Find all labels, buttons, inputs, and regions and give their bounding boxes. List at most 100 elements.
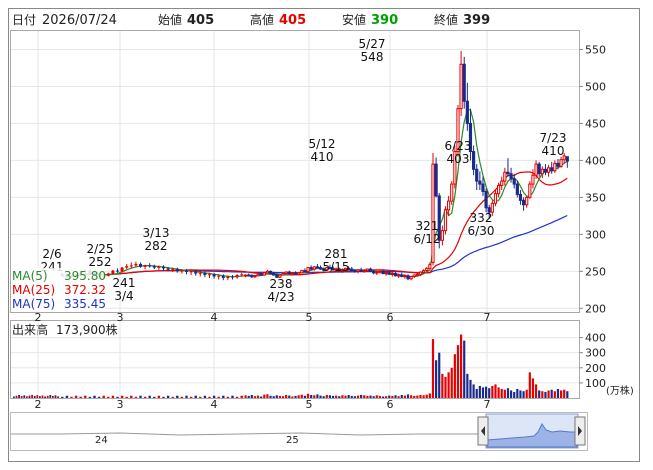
volume-bar xyxy=(260,396,263,398)
volume-bar xyxy=(425,394,428,398)
volume-bar xyxy=(285,394,288,398)
candle-body xyxy=(262,272,266,276)
annotation-1-second: 252 xyxy=(89,255,112,269)
candle-body xyxy=(166,268,170,270)
volume-bar xyxy=(54,395,57,398)
navigator-right-handle[interactable] xyxy=(574,416,586,446)
candle-body xyxy=(217,275,221,277)
candle-body xyxy=(303,270,307,273)
candle-body xyxy=(459,63,463,110)
volume-bar xyxy=(447,372,450,398)
volume-bar xyxy=(500,388,503,398)
candle-body xyxy=(431,163,435,263)
candle-body xyxy=(521,199,526,206)
volume-bar xyxy=(15,395,18,398)
volume-bar xyxy=(494,384,497,398)
candle-body xyxy=(203,272,207,276)
candle-body xyxy=(406,275,410,280)
candle-body xyxy=(368,268,373,272)
volume-bar xyxy=(566,391,569,398)
volume-bar xyxy=(547,390,550,398)
volume-bar xyxy=(478,385,481,398)
volume-unit: (万株) xyxy=(606,384,634,397)
ma-legend: MA(5) 395.80 MA(25) 372.32 MA(75) 335.45 xyxy=(11,268,106,311)
volume-bar xyxy=(226,396,230,398)
ma75-value: 335.45 xyxy=(64,297,106,311)
volume-bar xyxy=(130,395,133,398)
candle-body xyxy=(208,274,211,276)
volume-bar xyxy=(281,396,285,398)
volume-bar xyxy=(256,395,260,398)
candle-body xyxy=(425,267,429,272)
date-value: 2026/07/24 xyxy=(42,13,117,28)
volume-bar xyxy=(413,395,416,398)
candle-body xyxy=(390,273,394,276)
volume-bar xyxy=(325,394,328,398)
volume-bar xyxy=(485,386,488,398)
candle-body xyxy=(157,266,161,268)
candle-body xyxy=(235,275,239,278)
volume-bar xyxy=(300,394,303,398)
candle-body xyxy=(148,265,152,267)
low-value: 390 xyxy=(371,13,398,28)
volume-bar xyxy=(381,396,385,398)
x-label-price: 3 xyxy=(117,311,124,324)
annotation-5-second: 410 xyxy=(311,150,334,164)
volume-tick-label: 100 xyxy=(585,377,606,390)
volume-bar xyxy=(472,384,475,398)
volume-bar xyxy=(378,395,381,398)
candle-body xyxy=(362,270,366,273)
x-label-price: 2 xyxy=(35,311,42,324)
candle-body xyxy=(306,267,310,272)
candle-body xyxy=(375,271,379,274)
candle-body xyxy=(312,266,316,270)
volume-bar xyxy=(217,396,220,398)
volume-bar xyxy=(111,395,115,398)
volume-bar xyxy=(531,378,535,398)
navigator-left-handle[interactable] xyxy=(477,416,489,446)
candle-body xyxy=(418,271,423,275)
volume-bar xyxy=(488,388,491,398)
volume-bar xyxy=(88,396,92,398)
candle-body xyxy=(106,273,110,276)
volume-bar xyxy=(231,395,234,398)
candle-body xyxy=(443,209,448,232)
candle-body xyxy=(540,168,544,175)
candle-body xyxy=(350,268,354,272)
volume-bar xyxy=(189,396,193,398)
candle-body xyxy=(185,270,188,273)
volume-bar xyxy=(275,395,278,398)
volume-bar xyxy=(450,367,453,398)
candle-body xyxy=(403,275,407,278)
x-label-volume: 6 xyxy=(387,398,394,411)
volume-bar xyxy=(534,384,538,398)
candle-body xyxy=(378,270,382,273)
volume-bar xyxy=(406,394,410,398)
candle-body xyxy=(189,271,193,273)
candle-body xyxy=(565,156,569,162)
volume-bar xyxy=(563,389,566,398)
volume-bar xyxy=(97,396,101,398)
candle-body xyxy=(284,271,288,275)
volume-bar xyxy=(375,395,378,398)
candle-body xyxy=(372,270,376,274)
price-tick-label: 400 xyxy=(585,154,606,167)
volume-bar xyxy=(341,395,344,398)
candle-body xyxy=(212,274,216,277)
annotation-8-second: 6/12 xyxy=(414,232,441,246)
volume-bar xyxy=(253,396,257,398)
candle-body xyxy=(397,274,401,277)
volume-bar xyxy=(84,395,87,398)
volume-bar xyxy=(235,396,239,398)
volume-bar xyxy=(28,395,31,398)
volume-bar xyxy=(316,394,319,398)
candle-body xyxy=(356,269,360,272)
volume-bar xyxy=(363,395,366,398)
candle-body xyxy=(240,274,244,276)
volume-bar xyxy=(422,395,425,398)
volume-bar xyxy=(491,385,494,398)
volume-bar xyxy=(469,379,472,398)
stock-chart: 日付 2026/07/24 始値 405 高値 405 安値 390 終値 39… xyxy=(8,8,640,462)
candle-body xyxy=(440,230,444,241)
date-label: 日付 xyxy=(12,13,36,27)
